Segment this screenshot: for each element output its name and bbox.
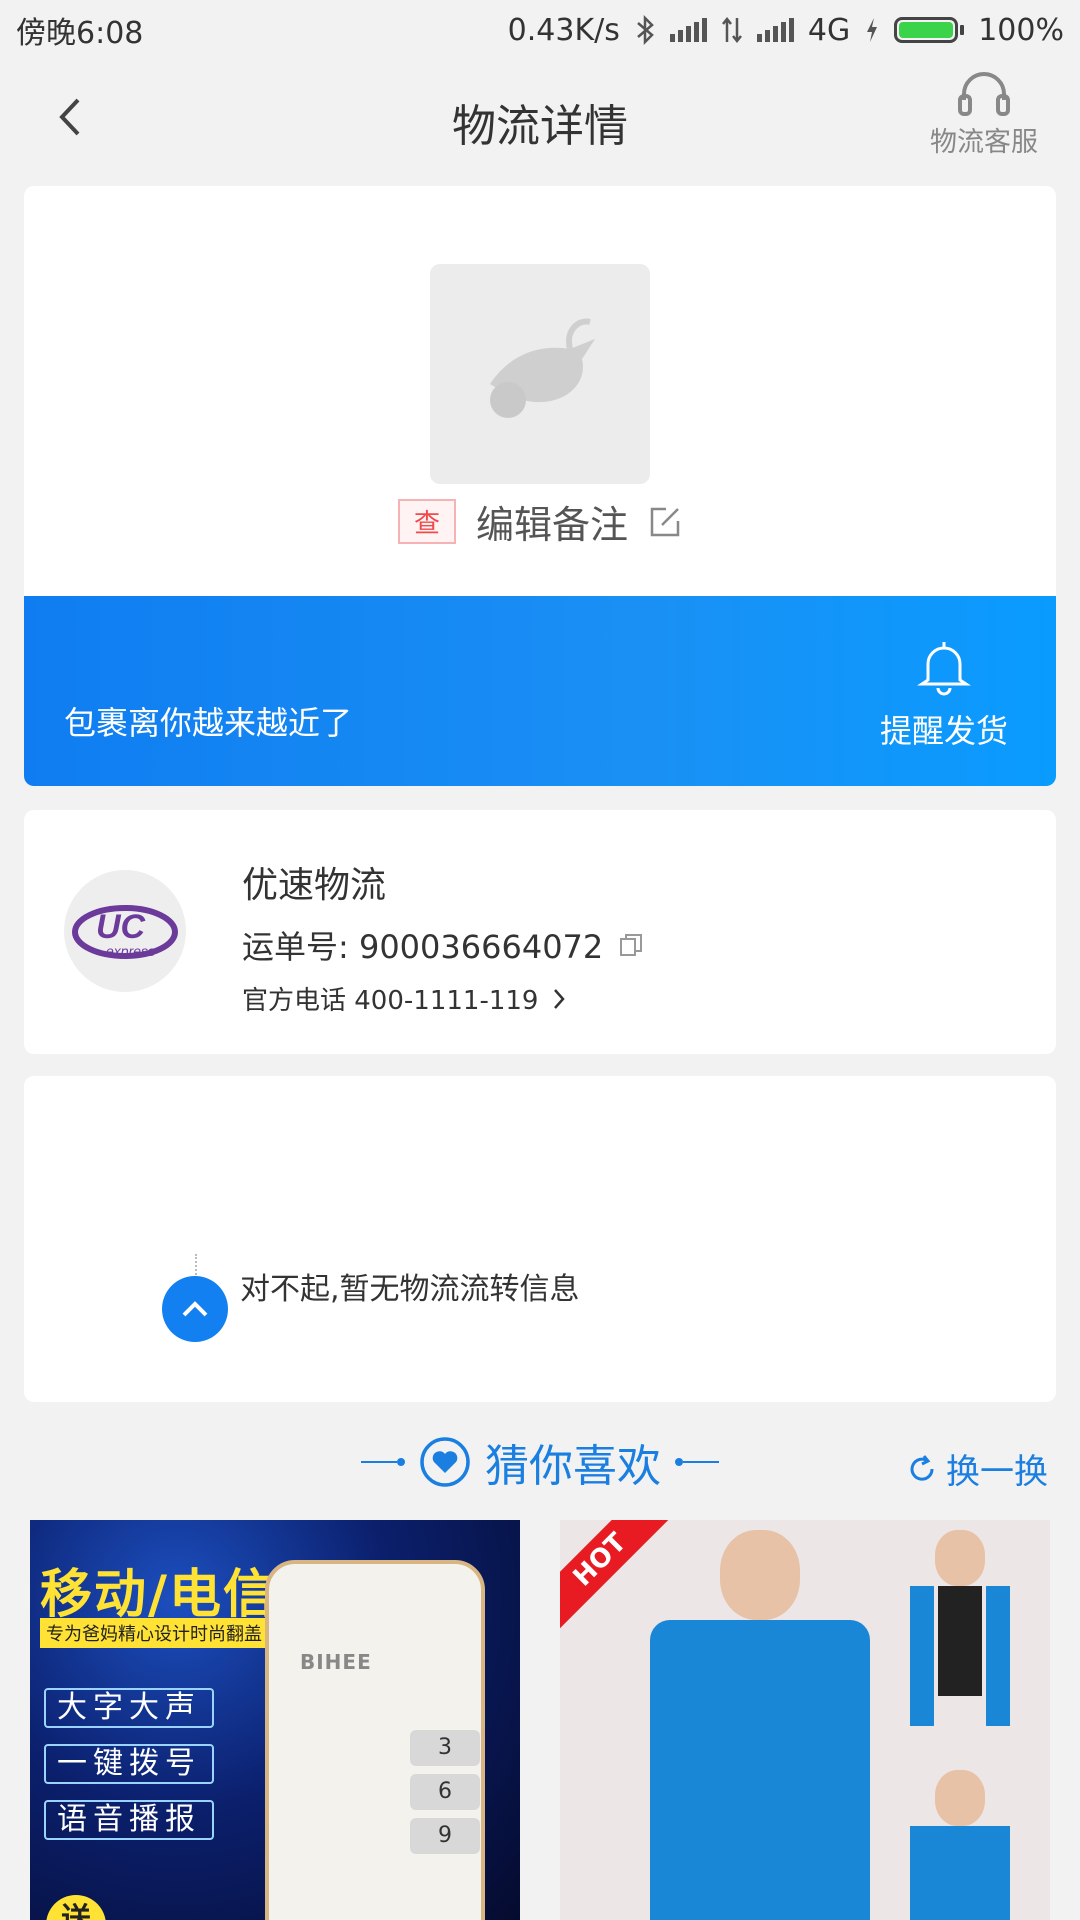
gift-badge: 送	[46, 1895, 106, 1920]
courier-card: UC express 优速物流 运单号: 900036664072 官方电话 4…	[24, 810, 1056, 1054]
signal-icon	[669, 18, 707, 42]
edit-note-label: 编辑备注	[476, 503, 629, 547]
ad-feature: 语音播报	[44, 1800, 214, 1840]
logo-subtext: express	[106, 943, 155, 959]
ad-feature: 大字大声	[44, 1688, 214, 1728]
waybill-row: 运单号: 900036664072	[242, 922, 645, 968]
heart-icon	[420, 1437, 470, 1487]
model-photo-small	[900, 1530, 1020, 1726]
banner-text: 包裹离你越来越近了	[64, 704, 353, 742]
query-tag: 查	[397, 499, 456, 544]
recommend-header: 猜你喜欢 换一换	[0, 1430, 1080, 1500]
remind-shipping-button[interactable]: 提醒发货	[874, 636, 1014, 752]
ad-headline: 移动/电信	[40, 1565, 277, 1625]
phone-brand: BIHEE	[300, 1650, 372, 1674]
waybill-number: 运单号: 900036664072	[242, 928, 604, 966]
network-type: 4G	[807, 12, 851, 48]
decor-line-left	[361, 1458, 405, 1466]
page-title: 物流详情	[452, 101, 628, 152]
package-card: 查 编辑备注 包裹离你越来越近了 提醒发货	[24, 186, 1056, 786]
remind-label: 提醒发货	[879, 712, 1008, 750]
hot-badge: HOT	[560, 1520, 671, 1631]
status-indicators: 0.43K/s 4G 100%	[508, 13, 1064, 48]
decor-line-right	[675, 1458, 719, 1466]
logistics-service-button[interactable]: 物流客服	[924, 68, 1044, 159]
ad-feature: 一键拨号	[44, 1744, 214, 1784]
charging-icon	[867, 18, 878, 42]
headset-icon	[958, 72, 1010, 116]
service-label: 物流客服	[930, 127, 1038, 158]
battery-level: 100%	[978, 12, 1064, 48]
product-image	[430, 264, 650, 484]
phone-keypad: 369	[410, 1730, 480, 1862]
copy-icon[interactable]	[617, 931, 645, 959]
refresh-icon	[910, 1454, 934, 1481]
product-tile[interactable]: 移动/电信 专为爸妈精心设计时尚翻盖 大字大声 一键拨号 语音播报 BIHEE …	[30, 1520, 520, 1920]
model-photo-small-2	[900, 1770, 1020, 1920]
courier-logo: UC express	[64, 870, 186, 992]
product-tile[interactable]: HOT	[560, 1520, 1050, 1920]
bluetooth-icon	[637, 15, 654, 45]
model-photo	[650, 1530, 870, 1920]
chevron-right-icon	[554, 988, 566, 1009]
refresh-label: 换一换	[946, 1452, 1048, 1492]
logo-text: UC	[96, 908, 146, 946]
status-time: 傍晚6:08	[16, 16, 144, 51]
official-phone: 官方电话 400-1111-119	[242, 986, 539, 1016]
official-phone-link[interactable]: 官方电话 400-1111-119	[242, 980, 566, 1017]
status-bar: 傍晚6:08 0.43K/s 4G 100%	[0, 0, 1080, 60]
uc-express-logo: UC express	[72, 905, 178, 959]
courier-name: 优速物流	[242, 865, 387, 906]
data-transfer-icon	[721, 16, 742, 44]
network-speed: 0.43K/s	[507, 12, 620, 48]
refresh-button[interactable]: 换一换	[906, 1444, 1048, 1493]
edit-icon[interactable]	[648, 505, 682, 539]
chevron-up-icon	[182, 1301, 208, 1317]
edit-note-row[interactable]: 查 编辑备注	[24, 494, 1056, 549]
recommend-title: 猜你喜欢	[485, 1441, 661, 1492]
signal-icon-2	[756, 18, 794, 42]
tracking-card: 对不起,暂无物流流转信息	[24, 1076, 1056, 1402]
app-header: 物流详情 物流客服	[0, 60, 1080, 178]
ad-subline: 专为爸妈精心设计时尚翻盖	[40, 1618, 268, 1648]
bird-placeholder-icon	[490, 318, 595, 418]
battery-icon	[894, 17, 965, 43]
collapse-button[interactable]	[162, 1276, 228, 1342]
delivery-banner: 包裹离你越来越近了 提醒发货	[24, 596, 1056, 786]
no-tracking-message: 对不起,暂无物流流转信息	[240, 1272, 580, 1307]
bell-icon	[917, 642, 971, 696]
